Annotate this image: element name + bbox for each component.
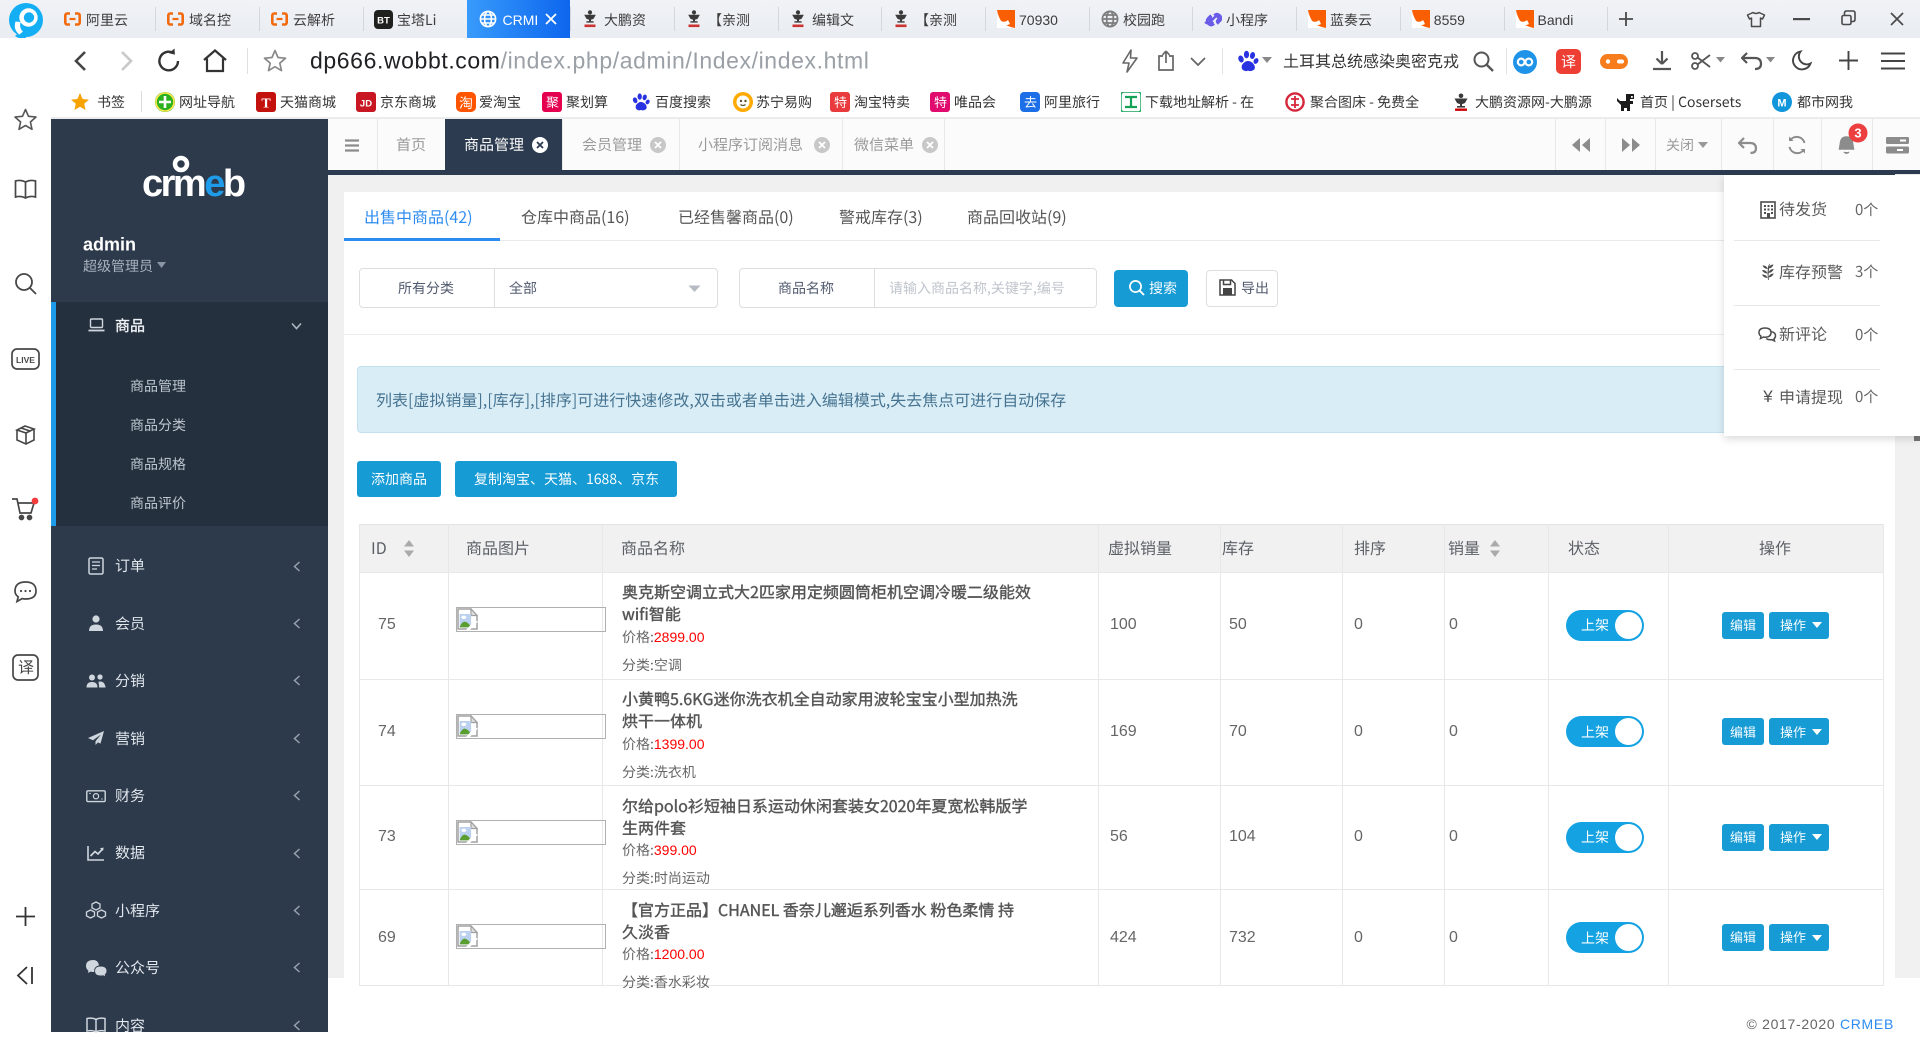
svg-text:LIVE: LIVE bbox=[16, 355, 35, 365]
svg-text:JD: JD bbox=[360, 99, 372, 110]
svg-text:T: T bbox=[261, 97, 271, 112]
svg-text:M: M bbox=[1777, 98, 1786, 110]
svg-text:BT: BT bbox=[377, 16, 390, 27]
svg-text:3: 3 bbox=[1854, 126, 1861, 141]
